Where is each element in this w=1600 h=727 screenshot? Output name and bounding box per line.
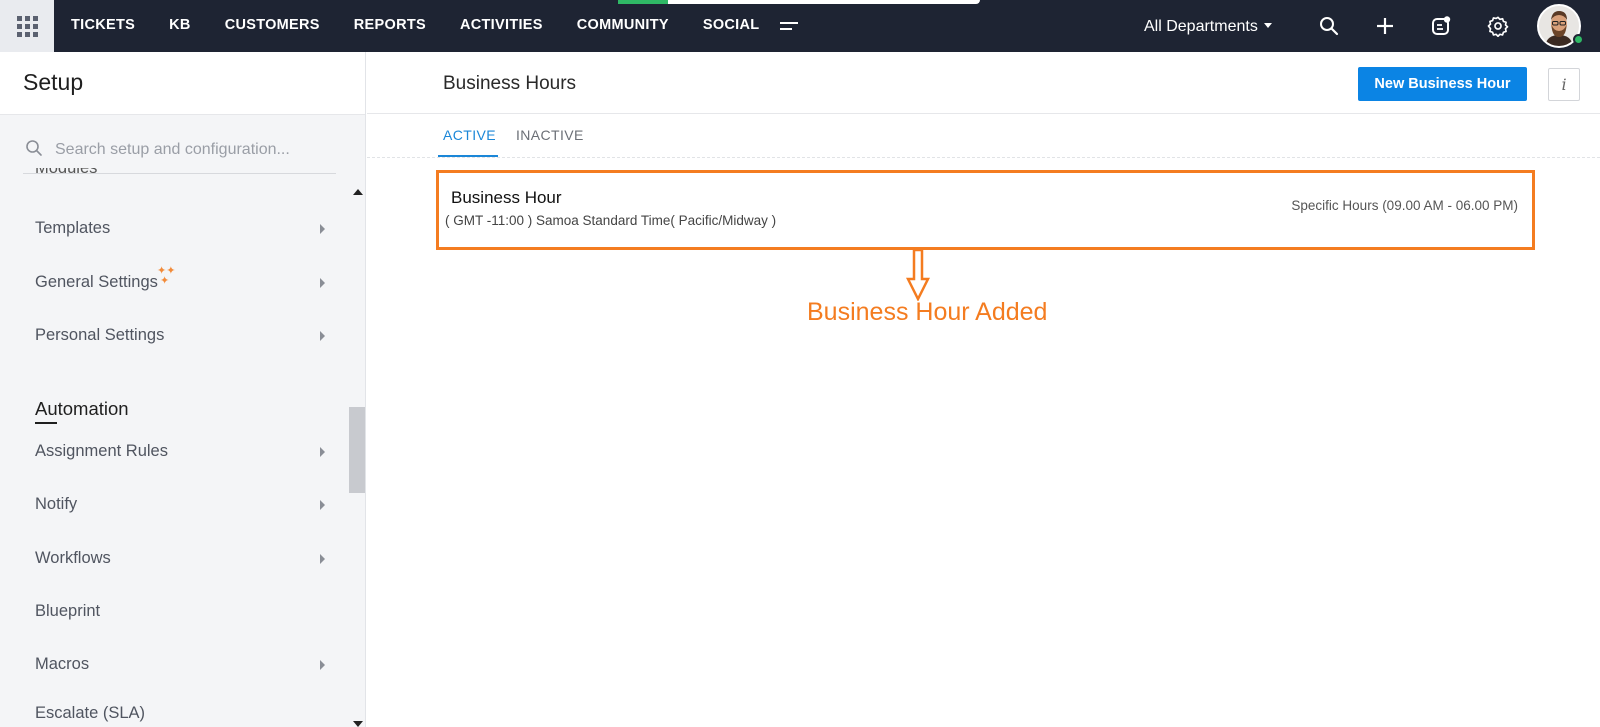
sidebar-item-escalate-sla[interactable]: Escalate (SLA) bbox=[35, 704, 145, 723]
scroll-up-arrow-icon[interactable] bbox=[353, 189, 363, 195]
chevron-right-icon bbox=[320, 554, 325, 564]
search-icon[interactable] bbox=[1316, 13, 1342, 39]
department-label: All Departments bbox=[1144, 18, 1258, 35]
section-heading-automation: Automation bbox=[35, 398, 129, 419]
sidebar-item-notify[interactable]: Notify bbox=[35, 495, 77, 514]
sidebar-item-general-settings[interactable]: General Settings bbox=[35, 273, 158, 292]
chevron-right-icon bbox=[320, 224, 325, 234]
info-icon[interactable]: i bbox=[1548, 68, 1580, 101]
chevron-right-icon bbox=[320, 500, 325, 510]
business-hour-schedule: Specific Hours (09.00 AM - 06.00 PM) bbox=[1291, 198, 1518, 213]
setup-title: Setup bbox=[23, 69, 84, 95]
sidebar-item-assignment-rules[interactable]: Assignment Rules bbox=[35, 442, 168, 461]
plus-icon[interactable] bbox=[1372, 13, 1398, 39]
tab-inactive[interactable]: INACTIVE bbox=[516, 127, 584, 143]
setup-header: Setup bbox=[0, 52, 365, 115]
annotation-label: Business Hour Added bbox=[807, 298, 1048, 326]
notifications-icon[interactable] bbox=[1428, 13, 1454, 39]
online-status-indicator bbox=[1573, 34, 1584, 45]
main-nav: TICKETS KB CUSTOMERS REPORTS ACTIVITIES … bbox=[54, 0, 810, 52]
sidebar-item-blueprint[interactable]: Blueprint bbox=[35, 602, 100, 621]
business-hour-name: Business Hour bbox=[451, 188, 562, 207]
nav-customers[interactable]: CUSTOMERS bbox=[208, 0, 337, 52]
chevron-right-icon bbox=[320, 331, 325, 341]
sparkle-icon: ✦✦ ✦ bbox=[157, 265, 176, 287]
department-selector[interactable]: All Departments bbox=[1144, 0, 1272, 52]
header-divider bbox=[367, 113, 1600, 114]
search-icon bbox=[25, 139, 43, 162]
sidebar-item-templates[interactable]: Templates bbox=[35, 219, 110, 238]
nav-community[interactable]: COMMUNITY bbox=[560, 0, 686, 52]
sidebar-item-modules[interactable]: Modules bbox=[35, 168, 97, 180]
nav-reports[interactable]: REPORTS bbox=[337, 0, 443, 52]
sidebar-scrollbar[interactable] bbox=[349, 185, 365, 727]
caret-down-icon bbox=[1263, 23, 1272, 29]
nav-social[interactable]: SOCIAL bbox=[686, 0, 777, 52]
tabs-divider bbox=[367, 157, 1600, 158]
sidebar-item-macros[interactable]: Macros bbox=[35, 655, 89, 674]
chevron-right-icon bbox=[320, 660, 325, 670]
more-menu-icon[interactable] bbox=[780, 0, 810, 52]
nav-kb[interactable]: KB bbox=[152, 0, 208, 52]
business-hour-row[interactable]: Business Hour ( GMT -11:00 ) Samoa Stand… bbox=[436, 170, 1535, 250]
sidebar-item-workflows[interactable]: Workflows bbox=[35, 549, 111, 568]
top-navigation-bar: TICKETS KB CUSTOMERS REPORTS ACTIVITIES … bbox=[0, 0, 1600, 52]
nav-activities[interactable]: ACTIVITIES bbox=[443, 0, 560, 52]
tab-active[interactable]: ACTIVE bbox=[443, 127, 496, 143]
chevron-right-icon bbox=[320, 278, 325, 288]
new-business-hour-button[interactable]: New Business Hour bbox=[1358, 67, 1527, 101]
setup-search-input[interactable] bbox=[55, 136, 335, 164]
sidebar-item-personal-settings[interactable]: Personal Settings bbox=[35, 326, 164, 345]
grid-icon bbox=[16, 15, 38, 37]
settings-gear-icon[interactable] bbox=[1485, 13, 1511, 39]
chevron-right-icon bbox=[320, 447, 325, 457]
section-underline bbox=[35, 422, 57, 424]
scrollbar-thumb[interactable] bbox=[349, 407, 365, 493]
setup-sidebar: Setup Modules Templates General Settings… bbox=[0, 52, 366, 727]
nav-tickets[interactable]: TICKETS bbox=[54, 0, 152, 52]
business-hour-timezone: ( GMT -11:00 ) Samoa Standard Time( Paci… bbox=[445, 213, 777, 228]
scroll-down-arrow-icon[interactable] bbox=[353, 721, 363, 727]
app-launcher-button[interactable] bbox=[0, 0, 54, 52]
page-title: Business Hours bbox=[443, 73, 577, 94]
